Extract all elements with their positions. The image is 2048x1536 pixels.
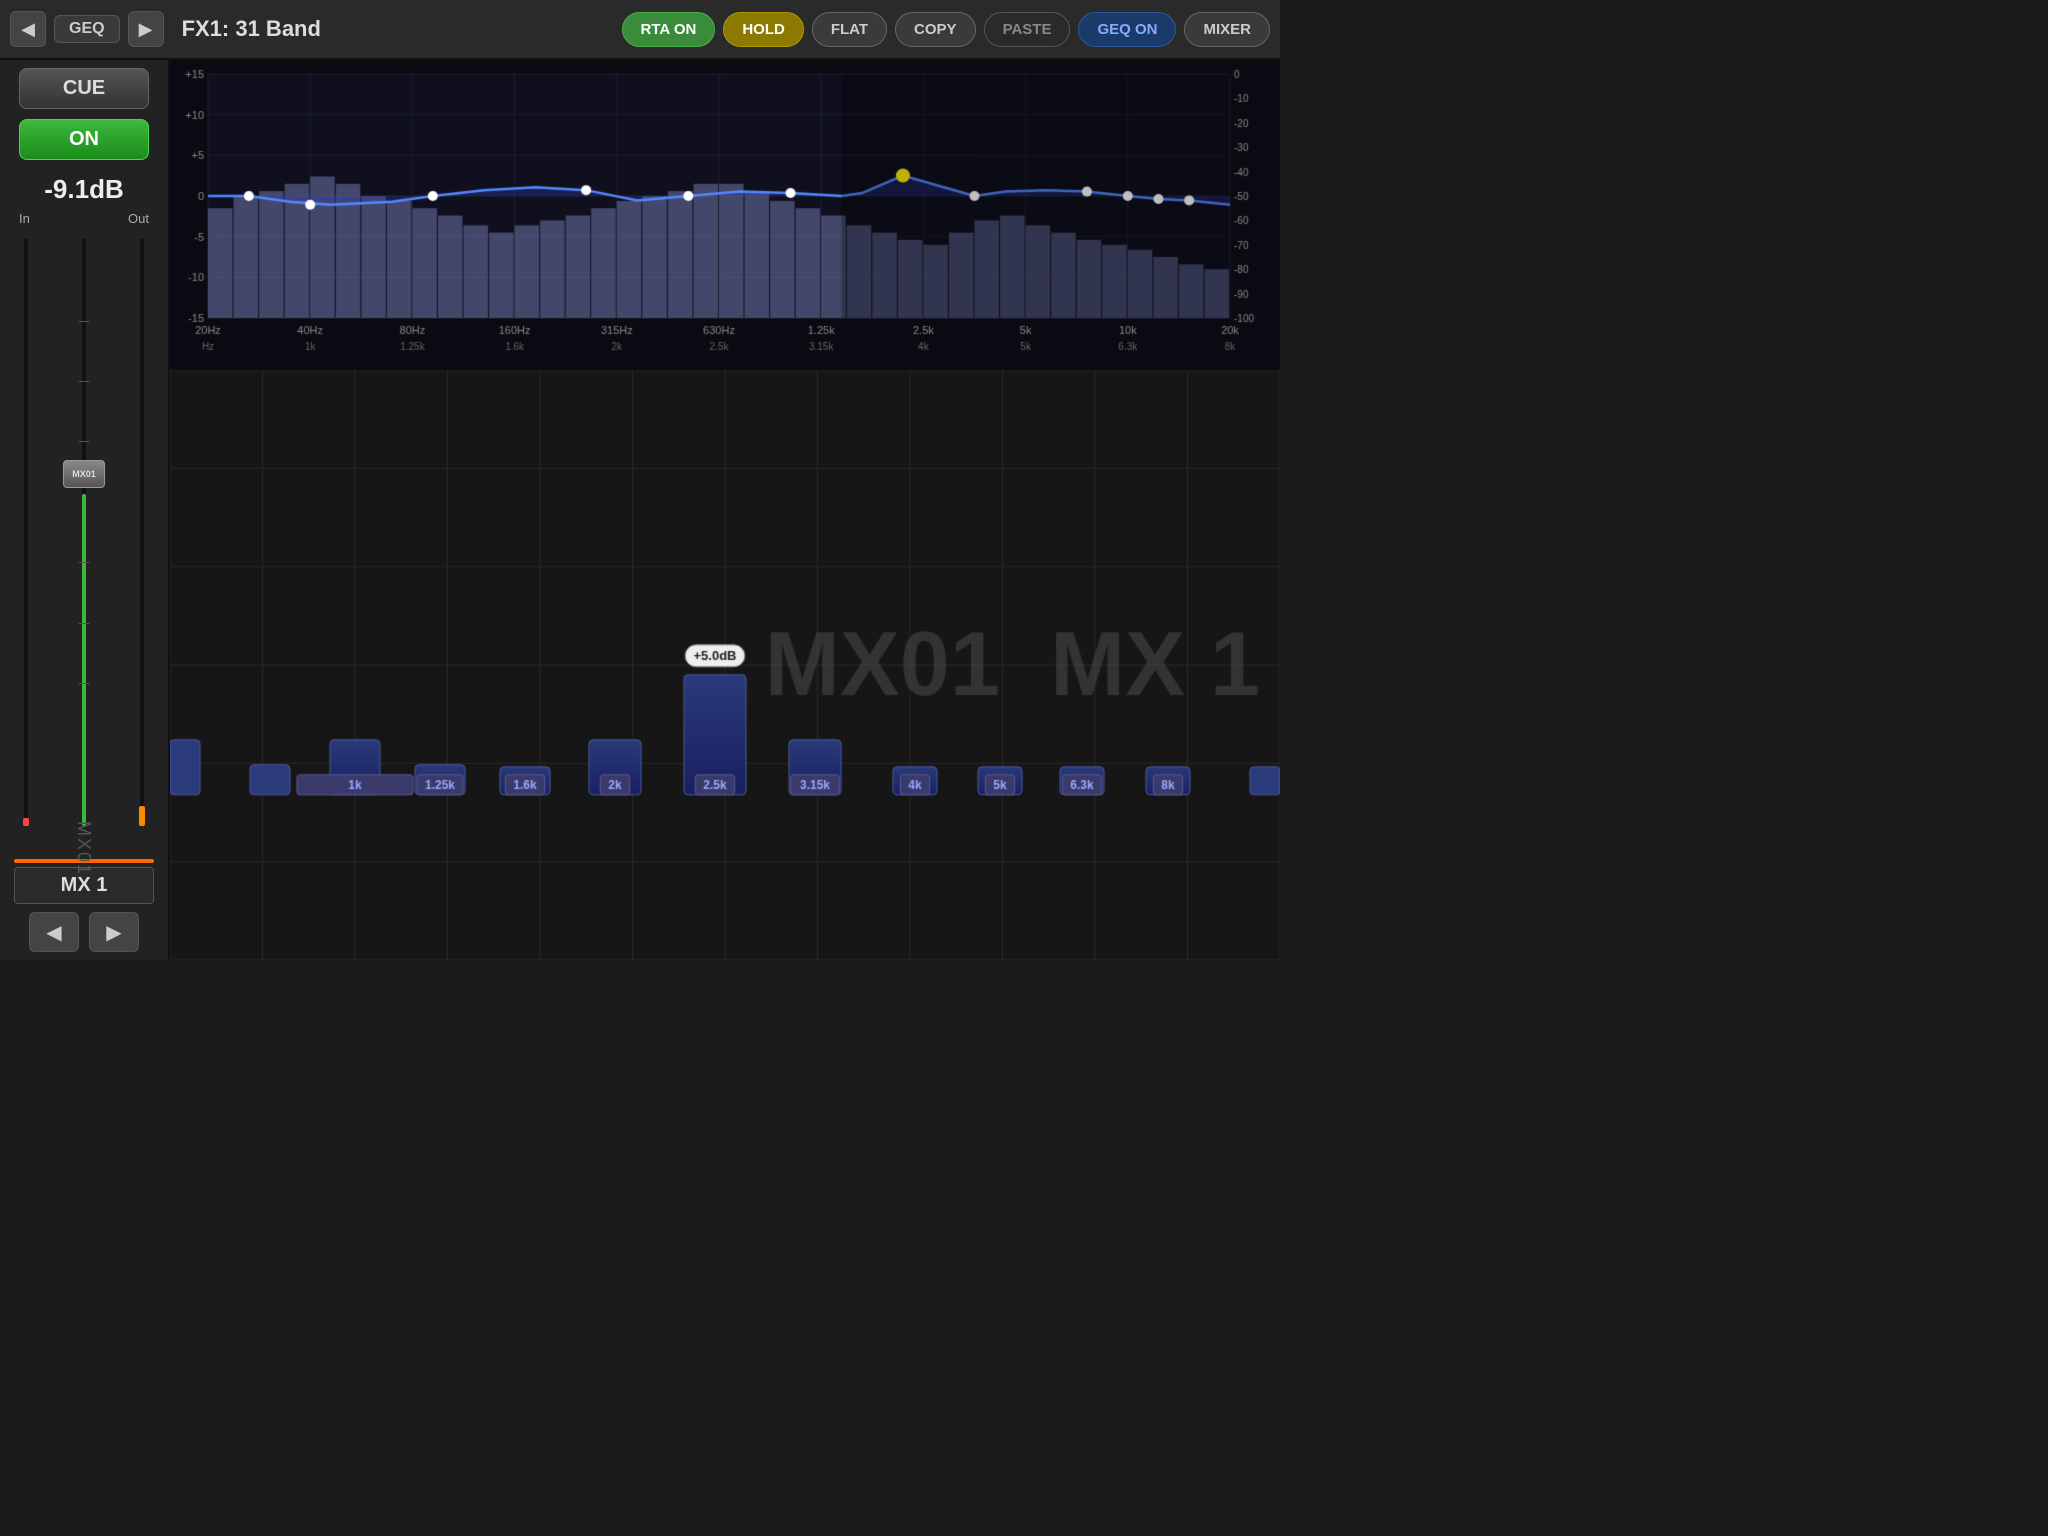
in-fader[interactable] [17,230,35,834]
left-panel: CUE ON -9.1dB In Out [0,60,170,960]
flat-button[interactable]: FLAT [812,12,887,47]
copy-button[interactable]: COPY [895,12,976,47]
mixer-section: MX01 MX 1 [170,370,1280,960]
fader-channel-label: MX01 [72,469,96,479]
top-bar: ◀ GEQ ▶ FX1: 31 Band RTA ON HOLD FLAT CO… [0,0,1280,60]
channel-rotated-label: MX01 [74,821,95,876]
db-value: -9.1dB [44,174,123,205]
main-layout: CUE ON -9.1dB In Out [0,60,1280,960]
hold-button[interactable]: HOLD [723,12,804,47]
geq-label: GEQ [54,15,120,43]
eq-section [170,60,1280,370]
nav-bottom: ◀ ▶ [29,912,139,952]
geq-on-button[interactable]: GEQ ON [1078,12,1176,47]
right-panel: MX01 MX 1 [170,60,1280,960]
out-fader[interactable] [133,230,151,834]
cue-button[interactable]: CUE [19,68,149,109]
mixer-button[interactable]: MIXER [1184,12,1270,47]
in-out-labels: In Out [19,211,149,226]
rta-on-button[interactable]: RTA ON [622,12,716,47]
nav-right-button[interactable]: ▶ [128,11,164,47]
nav-bottom-right[interactable]: ▶ [89,912,139,952]
eq-canvas[interactable] [170,60,1280,370]
fx-title: FX1: 31 Band [172,16,614,42]
on-button[interactable]: ON [19,119,149,160]
nav-bottom-left[interactable]: ◀ [29,912,79,952]
in-label: In [19,211,30,226]
nav-left-button[interactable]: ◀ [10,11,46,47]
mixer-canvas[interactable] [170,370,1280,960]
paste-button[interactable]: PASTE [984,12,1071,47]
main-fader[interactable]: MX01 [39,230,129,834]
main-fader-handle[interactable]: MX01 [63,460,105,488]
out-label: Out [128,211,149,226]
fader-area: MX01 [9,230,159,834]
